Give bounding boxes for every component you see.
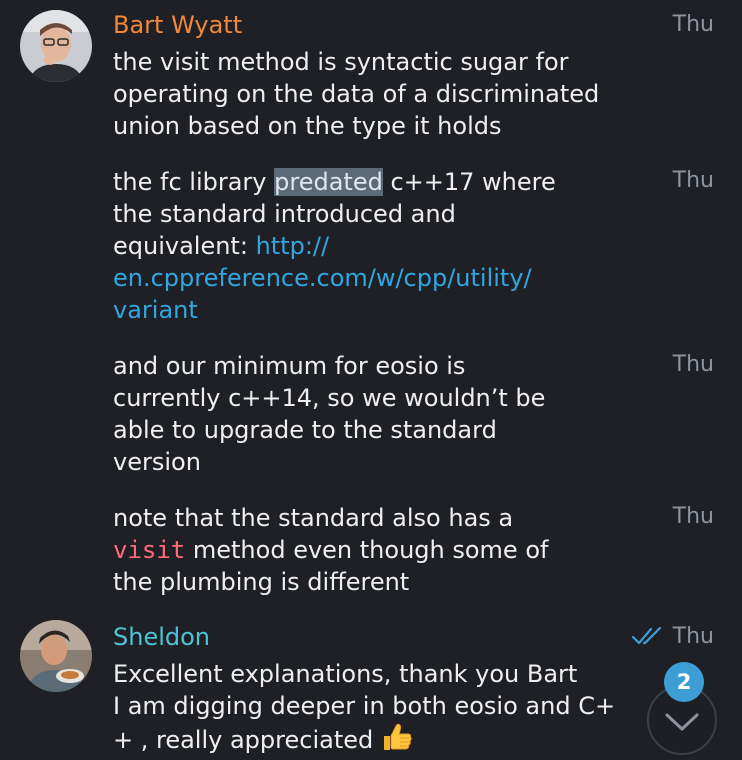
message-text[interactable]: Excellent explanations, thank you Bart I…	[113, 658, 618, 756]
cppreference-link-end[interactable]: variant	[113, 294, 618, 326]
message-text[interactable]: and our minimum for eosio is currently c…	[113, 350, 618, 478]
message-time: Thu	[672, 624, 714, 649]
message-time: Thu	[672, 168, 714, 193]
sender-name-bart-wyatt[interactable]: Bart Wyatt	[113, 11, 242, 39]
thumbs-up-icon	[383, 723, 412, 750]
cppreference-link[interactable]: http://	[256, 232, 330, 260]
message-time: Thu	[672, 12, 714, 37]
message-time: Thu	[672, 352, 714, 377]
person-icon	[20, 620, 92, 692]
sheldon-avatar[interactable]	[20, 620, 92, 692]
double-check-icon	[632, 626, 662, 645]
inline-code: visit	[113, 536, 186, 564]
message-text[interactable]: the fc library predated c++17 where the …	[113, 166, 618, 326]
sender-name-sheldon[interactable]: Sheldon	[113, 623, 210, 651]
person-icon	[20, 10, 92, 82]
cppreference-link-continued[interactable]: en.cppreference.com/w/cpp/utility/	[113, 262, 618, 294]
unread-count-badge: 2	[664, 662, 704, 702]
message-text[interactable]: note that the standard also has a visit …	[113, 502, 618, 598]
highlighted-word: predated	[274, 168, 383, 196]
bart-wyatt-avatar[interactable]	[20, 10, 92, 82]
message-time: Thu	[672, 504, 714, 529]
message-text[interactable]: the visit method is syntactic sugar for …	[113, 46, 618, 142]
chat-history[interactable]: Bart Wyatt Thu the visit method is synta…	[0, 0, 742, 760]
